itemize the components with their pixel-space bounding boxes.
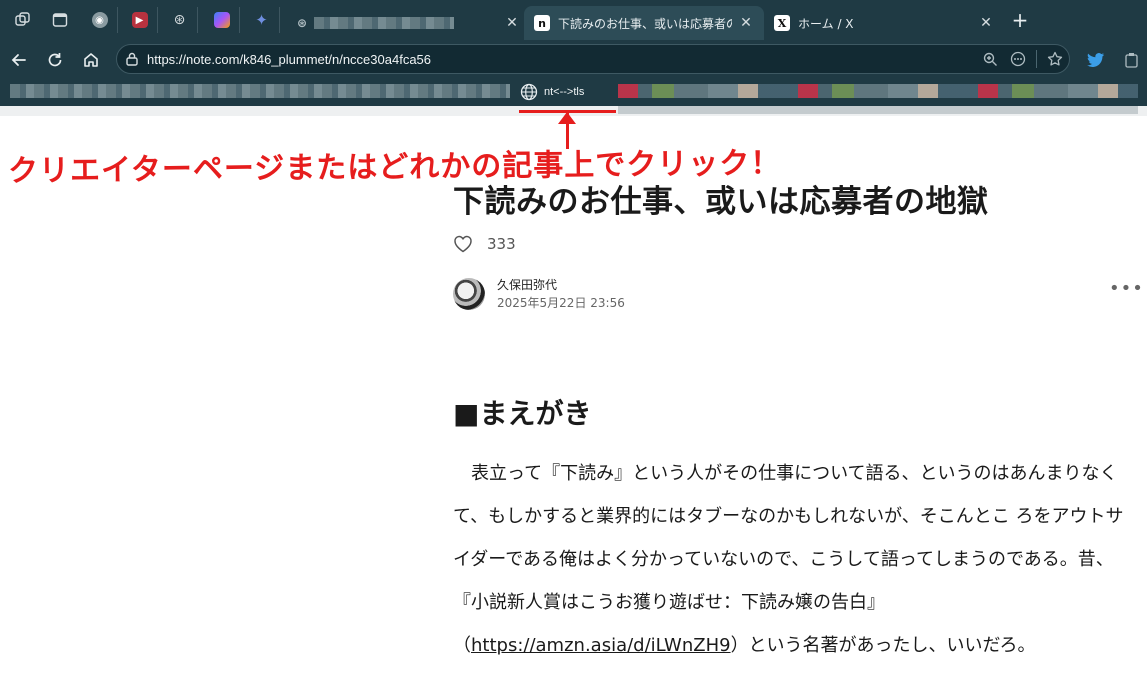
home-icon bbox=[84, 53, 98, 67]
author-name[interactable]: 久保田弥代 bbox=[497, 276, 625, 294]
close-tab-button[interactable]: ✕ bbox=[504, 15, 520, 31]
x-logo-icon: X bbox=[774, 15, 790, 31]
redacted-bookmarks bbox=[10, 84, 510, 98]
twitter-extension-button[interactable] bbox=[1084, 48, 1108, 72]
tab-strip: ◉ ▶ ⊛ ✦ ⊛ ✕ n 下読みのお仕事、或いは応募者の地獄 ✕ X ホーム … bbox=[0, 0, 1147, 40]
copilot-icon bbox=[213, 12, 230, 28]
tab-note-article[interactable]: n 下読みのお仕事、或いは応募者の地獄 ✕ bbox=[524, 6, 764, 40]
annotation-arrowhead bbox=[558, 112, 576, 124]
sparkle-icon: ✦ bbox=[255, 11, 268, 29]
extension-icon[interactable] bbox=[1004, 51, 1032, 67]
bookmarks-bar: nt<-->tls bbox=[0, 78, 1147, 106]
article-title: 下読みのお仕事、或いは応募者の地獄 bbox=[453, 184, 989, 220]
tab-title: ホーム / X bbox=[798, 16, 854, 31]
body-text-part: 表立って『下読み』という人がその仕事について語る、というのはあんまりなくて、もし… bbox=[453, 463, 1124, 656]
extension-puzzle-icon[interactable] bbox=[1120, 48, 1144, 72]
like-row: 333 bbox=[453, 234, 516, 254]
new-tab-button[interactable]: + bbox=[1008, 8, 1032, 32]
bookmark-nt-tls[interactable]: nt<-->tls bbox=[520, 80, 584, 104]
tab-redacted[interactable]: ⊛ ✕ bbox=[284, 6, 524, 40]
more-options-icon[interactable]: ••• bbox=[1109, 278, 1144, 299]
home-button[interactable] bbox=[79, 48, 103, 72]
pinned-tab-copilot[interactable] bbox=[204, 7, 240, 33]
tab-title: 下読みのお仕事、或いは応募者の地獄 bbox=[558, 16, 732, 31]
article-body: 表立って『下読み』という人がその仕事について語る、というのはあんまりなくて、もし… bbox=[453, 452, 1129, 667]
youtube-icon: ▶ bbox=[131, 12, 148, 28]
note-favicon-icon: n bbox=[534, 15, 550, 31]
vertical-tabs-icon[interactable] bbox=[50, 10, 70, 30]
zoom-icon[interactable] bbox=[976, 52, 1004, 67]
redacted-bookmarks bbox=[618, 84, 1138, 98]
refresh-button[interactable] bbox=[43, 48, 67, 72]
body-text-part: ）という名著があったし、いいだろ。 bbox=[730, 635, 1036, 656]
redacted-tab-title bbox=[314, 17, 454, 29]
openai-icon: ⊛ bbox=[296, 16, 308, 30]
section-heading: ■まえがき bbox=[453, 397, 592, 430]
pinned-tab-rss[interactable]: ◉ bbox=[82, 7, 118, 33]
navigation-bar: https://note.com/k846_plummet/n/ncce30a4… bbox=[0, 40, 1147, 78]
tab-x-home[interactable]: X ホーム / X ✕ bbox=[764, 6, 1004, 40]
pinned-tab-gemini[interactable]: ✦ bbox=[244, 7, 280, 33]
bird-icon bbox=[1087, 53, 1104, 67]
refresh-icon bbox=[48, 53, 62, 67]
avatar[interactable] bbox=[453, 278, 485, 310]
globe-icon bbox=[520, 83, 538, 101]
rss-icon: ◉ bbox=[91, 12, 108, 28]
amazon-link[interactable]: https://amzn.asia/d/iLWnZH9 bbox=[471, 635, 731, 656]
like-count: 333 bbox=[487, 235, 516, 253]
back-arrow-icon bbox=[11, 54, 26, 66]
workspaces-icon[interactable] bbox=[13, 10, 33, 30]
openai-icon: ⊛ bbox=[173, 12, 186, 28]
address-bar[interactable]: https://note.com/k846_plummet/n/ncce30a4… bbox=[116, 44, 1070, 74]
pinned-tab-openai[interactable]: ⊛ bbox=[162, 7, 198, 33]
close-tab-button[interactable]: ✕ bbox=[978, 15, 994, 31]
lock-icon[interactable] bbox=[117, 52, 147, 66]
back-button[interactable] bbox=[7, 48, 31, 72]
heart-icon[interactable] bbox=[453, 234, 473, 254]
url-text[interactable]: https://note.com/k846_plummet/n/ncce30a4… bbox=[147, 52, 976, 67]
publish-date: 2025年5月22日 23:56 bbox=[497, 296, 625, 310]
bookmark-label: nt<-->tls bbox=[544, 86, 585, 98]
author-block[interactable]: 久保田弥代 2025年5月22日 23:56 bbox=[453, 276, 625, 312]
favorite-star-icon[interactable] bbox=[1041, 51, 1069, 67]
article-page: クリエイターページまたはどれかの記事上でクリック！ 下読みのお仕事、或いは応募者… bbox=[0, 106, 1147, 695]
header-highlight bbox=[618, 106, 1138, 114]
close-tab-button[interactable]: ✕ bbox=[738, 15, 754, 31]
pinned-tab-youtube[interactable]: ▶ bbox=[122, 7, 158, 33]
divider bbox=[1036, 50, 1037, 68]
